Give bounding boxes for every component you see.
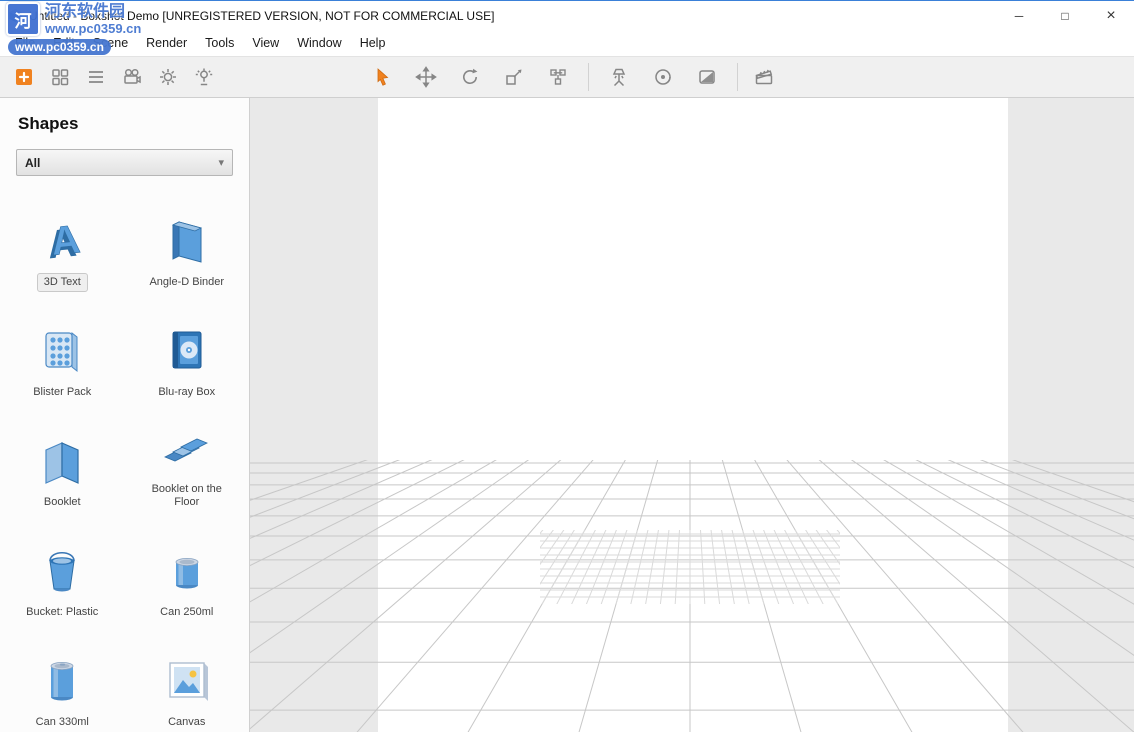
toolbar [0,56,1134,98]
perspective-grid [250,98,1134,732]
menu-item-file[interactable]: File [6,33,44,53]
materials-button[interactable] [685,60,729,94]
lighting-button[interactable] [186,60,222,94]
shape-item-label: Blu-ray Box [151,383,222,402]
rotate-icon [459,66,481,88]
menu-item-window[interactable]: Window [288,33,350,53]
shape-item-bucket-plastic[interactable]: Bucket: Plastic [6,526,118,622]
scale-icon [503,66,525,88]
shape-item-label: Booklet [37,493,88,512]
booklet-icon [35,425,89,487]
shape-item-booklet[interactable]: Booklet [6,416,118,512]
move-arrows-icon [415,66,437,88]
angle-d-binder-icon [160,205,214,267]
scale-tool-button[interactable] [492,60,536,94]
toolbar-separator [737,63,738,91]
3d-text-icon: A A [35,205,89,267]
shape-filter-dropdown[interactable]: All ▾ [16,149,233,176]
grid-icon [49,66,71,88]
menu-item-edit[interactable]: Edit [44,33,84,53]
menu-item-view[interactable]: View [243,33,288,53]
main-content: Shapes All ▾ A A 3D Text [0,98,1134,732]
chevron-down-icon: ▾ [218,156,224,169]
shape-item-label: Angle-D Binder [142,273,231,292]
svg-text:A: A [49,217,82,264]
animation-button[interactable] [746,60,782,94]
viewport-3d[interactable] [250,98,1134,732]
shape-item-label: Canvas [161,713,212,732]
view-list-button[interactable] [78,60,114,94]
toolbar-separator [588,63,589,91]
shape-item-label: Can 250ml [153,603,220,622]
shape-item-blu-ray-box[interactable]: Blu-ray Box [131,306,243,402]
rotate-tool-button[interactable] [448,60,492,94]
menu-item-tools[interactable]: Tools [196,33,243,53]
move-tool-button[interactable] [404,60,448,94]
shape-item-can-250ml[interactable]: Can 250ml [131,526,243,622]
gear-icon [157,66,179,88]
booklet-on-floor-icon [160,416,214,474]
settings-button[interactable] [150,60,186,94]
menu-item-scene[interactable]: Scene [84,33,137,53]
title-bar: Untitled - Boxshot Demo [UNREGISTERED VE… [0,0,1134,30]
bucket-plastic-icon [35,535,89,597]
can-250ml-icon [160,535,214,597]
light-stand-button[interactable] [597,60,641,94]
maximize-button[interactable]: □ [1042,1,1088,30]
view-thumbnails-button[interactable] [42,60,78,94]
toolbar-left-group [6,60,222,94]
app-icon [8,8,23,23]
shapes-sidebar: Shapes All ▾ A A 3D Text [0,98,250,732]
can-330ml-icon [35,645,89,707]
light-stand-icon [608,66,630,88]
select-tool-button[interactable] [360,60,404,94]
shape-filter-value: All [25,156,40,170]
menu-item-help[interactable]: Help [351,33,395,53]
orbit-icon [652,66,674,88]
blister-pack-icon [35,315,89,377]
shape-item-canvas[interactable]: Canvas [131,636,243,732]
shape-item-can-330ml[interactable]: Can 330ml [6,636,118,732]
menu-bar: File Edit Scene Render Tools View Window… [0,30,1134,56]
menu-item-render[interactable]: Render [137,33,196,53]
add-shape-button[interactable] [6,60,42,94]
shape-item-label: Can 330ml [29,713,96,732]
toolbar-transform-group [360,60,580,94]
canvas-icon [160,645,214,707]
shape-grid: A A 3D Text Angle-D Binder [0,196,249,732]
materials-icon [696,66,718,88]
window-title: Untitled - Boxshot Demo [UNREGISTERED VE… [29,9,494,23]
shape-item-angle-d-binder[interactable]: Angle-D Binder [131,196,243,292]
toolbar-animation-group [746,60,782,94]
shapes-panel-title: Shapes [18,114,249,134]
shape-item-label: 3D Text [37,273,88,292]
nodes-icon [547,66,569,88]
shape-item-blister-pack[interactable]: Blister Pack [6,306,118,402]
plus-icon [13,66,35,88]
blu-ray-box-icon [160,315,214,377]
movie-camera-icon [121,66,143,88]
shape-item-label: Blister Pack [26,383,98,402]
shape-item-label: Bucket: Plastic [19,603,105,622]
clapperboard-icon [753,66,775,88]
orbit-camera-button[interactable] [641,60,685,94]
lamp-icon [193,66,215,88]
close-button[interactable]: × [1088,1,1134,30]
snap-tool-button[interactable] [536,60,580,94]
window-controls: ─ □ × [996,1,1134,30]
minimize-button[interactable]: ─ [996,1,1042,30]
shape-item-3d-text[interactable]: A A 3D Text [6,196,118,292]
shape-item-label: Booklet on the Floor [131,480,243,512]
toolbar-scene-group [597,60,729,94]
cursor-icon [371,66,393,88]
shape-item-booklet-on-floor[interactable]: Booklet on the Floor [131,416,243,512]
render-camera-button[interactable] [114,60,150,94]
list-icon [85,66,107,88]
